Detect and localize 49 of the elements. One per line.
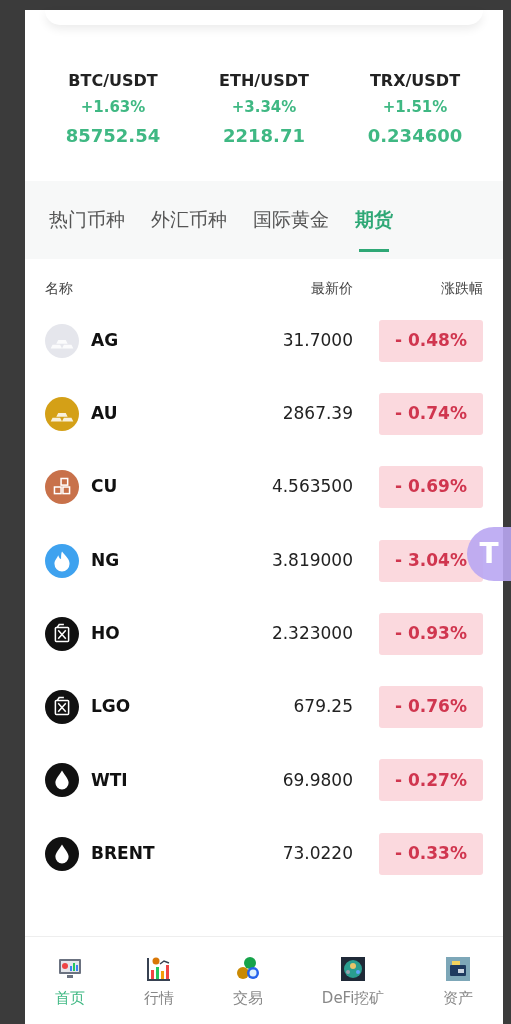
- latest-price: 69.9800: [281, 768, 353, 792]
- nav-item[interactable]: 首页: [54, 955, 85, 1010]
- nav-item[interactable]: 资产: [443, 955, 474, 1010]
- column-header: 涨跌幅: [440, 279, 483, 298]
- column-header: 名称: [45, 279, 74, 298]
- column-header: 最新价: [310, 279, 353, 298]
- commodity-name: BRENT: [91, 841, 156, 865]
- latest-price: 73.0220: [281, 841, 353, 865]
- commodity-name: HO: [91, 622, 121, 646]
- nav-icon: [144, 955, 173, 983]
- commodity-name: LGO: [91, 695, 132, 719]
- change-badge: - 0.93%: [379, 612, 483, 655]
- category-tab[interactable]: 期货: [355, 205, 393, 233]
- pair-price: 2218.71: [223, 124, 305, 148]
- commodity-name: AU: [91, 402, 119, 426]
- change-badge: - 0.33%: [379, 832, 483, 875]
- nav-icon: [444, 955, 473, 983]
- pair-name: BTC/USDT: [68, 70, 158, 92]
- commodity-name: CU: [91, 475, 119, 499]
- tab-underline: [359, 249, 389, 252]
- nav-item[interactable]: 交易: [232, 955, 263, 1010]
- pair-name: TRX/USDT: [369, 70, 461, 92]
- latest-price: 2.323000: [270, 622, 353, 646]
- change-badge: - 0.76%: [379, 686, 483, 729]
- latest-price: 2867.39: [281, 402, 353, 426]
- latest-price: 4.563500: [270, 475, 353, 499]
- pair-change: +1.51%: [382, 97, 448, 118]
- nav-item[interactable]: DeFi挖矿: [321, 955, 385, 1010]
- latest-price: 679.25: [292, 695, 353, 719]
- pair-change: +1.63%: [80, 97, 146, 118]
- change-badge: - 0.69%: [379, 466, 483, 509]
- pair-name: ETH/USDT: [219, 70, 309, 92]
- category-tab[interactable]: 外汇币种: [151, 205, 227, 233]
- change-badge: - 0.74%: [379, 392, 483, 435]
- change-badge: - 0.48%: [379, 319, 483, 362]
- category-tab[interactable]: 国际黄金: [253, 205, 329, 233]
- latest-price: 3.819000: [270, 548, 353, 572]
- floating-button[interactable]: T: [467, 527, 511, 581]
- pair-change: +3.34%: [231, 97, 297, 118]
- commodity-name: WTI: [91, 768, 129, 792]
- latest-price: 31.7000: [281, 328, 353, 352]
- pair-price: 0.234600: [367, 124, 463, 148]
- nav-item[interactable]: 行情: [143, 955, 174, 1010]
- nav-icon: [339, 955, 368, 983]
- category-tab[interactable]: 热门币种: [49, 205, 125, 233]
- pair-price: 85752.54: [65, 124, 161, 148]
- change-badge: - 0.27%: [379, 759, 483, 802]
- commodity-name: NG: [91, 548, 121, 572]
- commodity-name: AG: [91, 328, 120, 352]
